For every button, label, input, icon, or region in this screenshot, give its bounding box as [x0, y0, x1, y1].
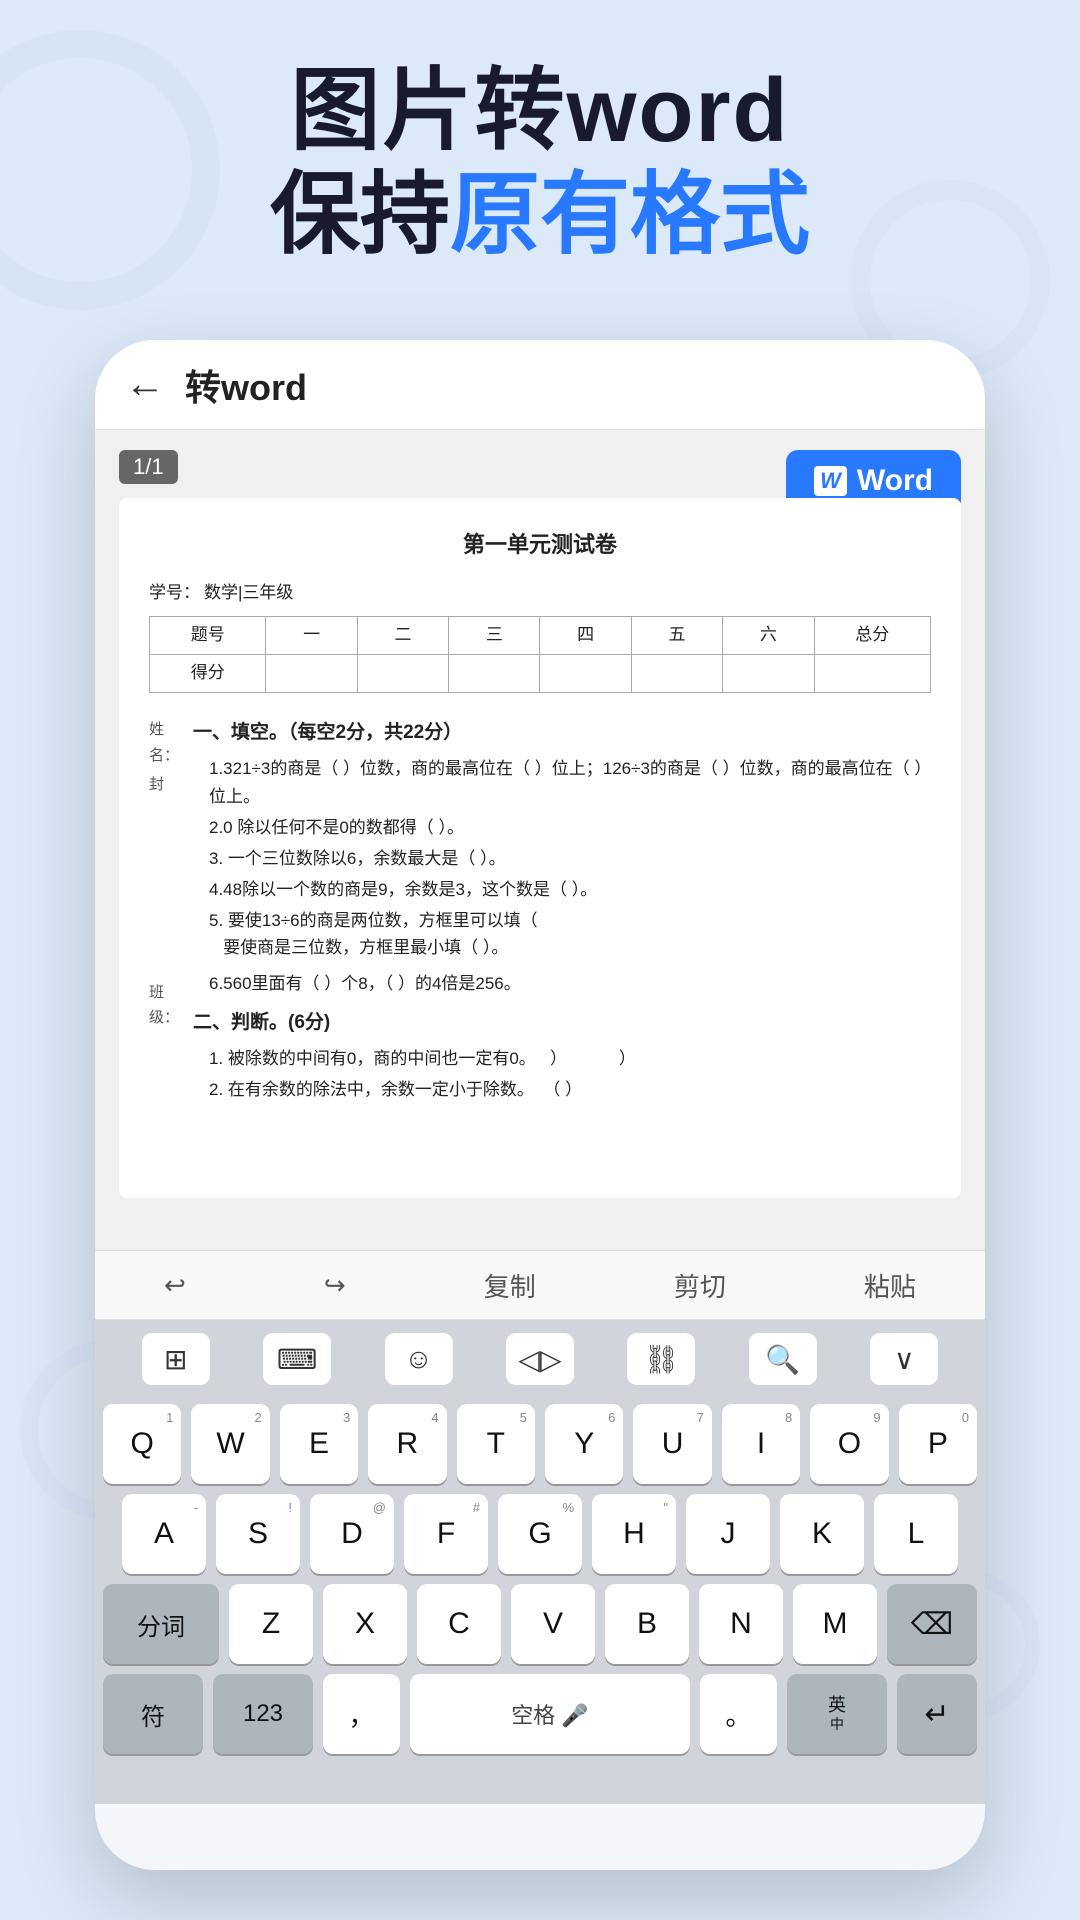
key-period[interactable]: 。	[700, 1674, 777, 1754]
keyboard: ⊞ ⌨ ☺ ◁▷ ⛓ 🔍 ∨ 1Q 2W 3E 4R 5T 6Y 7U 8I 9…	[95, 1320, 985, 1804]
header-section: 图片转word 保持原有格式	[0, 60, 1080, 267]
key-G[interactable]: %G	[498, 1494, 582, 1574]
key-B[interactable]: B	[605, 1584, 689, 1664]
document-area: 1/1 W Word 第一单元测试卷 学号： 数学|三年级 题号 一 二 三 四…	[95, 430, 985, 1250]
phone-mockup: ← 转word 1/1 W Word 第一单元测试卷 学号： 数学|三年级 题号…	[95, 340, 985, 1870]
header-line2-prefix: 保持	[270, 165, 450, 265]
app-header: ← 转word	[95, 340, 985, 430]
key-T[interactable]: 5T	[457, 1404, 535, 1484]
key-X[interactable]: X	[323, 1584, 407, 1664]
key-123[interactable]: 123	[213, 1674, 313, 1754]
doc-content: 一、填空。（每空2分，共22分） 1.321÷3的商是（ ）位数，商的最高位在（…	[193, 707, 931, 966]
key-M[interactable]: M	[793, 1584, 877, 1664]
key-O[interactable]: 9O	[810, 1404, 888, 1484]
key-E[interactable]: 3E	[280, 1404, 358, 1484]
keyboard-collapse-icon[interactable]: ∨	[870, 1333, 938, 1385]
back-button[interactable]: ←	[125, 362, 165, 407]
key-I[interactable]: 8I	[722, 1404, 800, 1484]
doc-item-1: 1.321÷3的商是（ ）位数，商的最高位在（ ）位上；126÷3的商是（ ）位…	[209, 755, 931, 809]
side-label-class: 班级：	[149, 970, 193, 1108]
keyboard-row-3: 分词 Z X C V B N M ⌫	[103, 1584, 977, 1664]
key-delete[interactable]: ⌫	[887, 1584, 977, 1664]
keyboard-search-icon[interactable]: 🔍	[749, 1333, 817, 1385]
doc-meta-value: 数学|三年级	[204, 579, 293, 608]
score-table: 题号 一 二 三 四 五 六 总分 得分	[149, 616, 931, 693]
undo-button[interactable]: ↩	[144, 1262, 206, 1309]
cut-button[interactable]: 剪切	[654, 1259, 746, 1312]
keyboard-keys-icon[interactable]: ⌨	[263, 1333, 331, 1385]
keyboard-rows: 1Q 2W 3E 4R 5T 6Y 7U 8I 9O 0P -A !S @D #…	[95, 1398, 985, 1754]
word-button-label: Word	[857, 464, 933, 498]
keyboard-bottom-bar	[95, 1754, 985, 1804]
doc-title: 第一单元测试卷	[149, 526, 931, 563]
doc-item-2: 2.0 除以任何不是0的数都得（ ）。	[209, 814, 931, 841]
key-V[interactable]: V	[511, 1584, 595, 1664]
doc-item-4: 4.48除以一个数的商是9，余数是3，这个数是（ ）。	[209, 876, 931, 903]
edit-toolbar: ↩ ↪ 复制 剪切 粘贴	[95, 1250, 985, 1320]
key-R[interactable]: 4R	[368, 1404, 446, 1484]
key-Y[interactable]: 6Y	[545, 1404, 623, 1484]
page-badge: 1/1	[119, 450, 178, 484]
key-C[interactable]: C	[417, 1584, 501, 1664]
side-label-name: 姓名： 封	[149, 707, 193, 966]
doc-item-8: 2. 在有余数的除法中，余数一定小于除数。 （ ）	[209, 1076, 931, 1103]
key-J[interactable]: J	[686, 1494, 770, 1574]
keyboard-grid-icon[interactable]: ⊞	[142, 1333, 210, 1385]
key-space[interactable]: 空格 🎤	[410, 1674, 690, 1754]
key-enter[interactable]: ↵	[897, 1674, 977, 1754]
key-L[interactable]: L	[874, 1494, 958, 1574]
key-A[interactable]: -A	[122, 1494, 206, 1574]
header-line2: 保持原有格式	[0, 164, 1080, 268]
header-line1: 图片转word	[0, 60, 1080, 164]
header-line2-blue: 原有格式	[450, 165, 810, 265]
key-W[interactable]: 2W	[191, 1404, 269, 1484]
key-Q[interactable]: 1Q	[103, 1404, 181, 1484]
keyboard-top-bar: ⊞ ⌨ ☺ ◁▷ ⛓ 🔍 ∨	[95, 1320, 985, 1398]
keyboard-code-icon[interactable]: ◁▷	[506, 1333, 574, 1385]
keyboard-emoji-icon[interactable]: ☺	[385, 1333, 453, 1385]
section2-title: 二、判断。(6分)	[193, 1007, 931, 1039]
key-S[interactable]: !S	[216, 1494, 300, 1574]
key-H[interactable]: "H	[592, 1494, 676, 1574]
document-paper: 第一单元测试卷 学号： 数学|三年级 题号 一 二 三 四 五 六 总分 得分	[119, 498, 961, 1198]
key-F[interactable]: #F	[404, 1494, 488, 1574]
key-D[interactable]: @D	[310, 1494, 394, 1574]
doc-item-5: 5. 要使13÷6的商是两位数，方框里可以填（ 要使商是三位数，方框里最小填（ …	[209, 907, 931, 961]
key-comma[interactable]: ，	[323, 1674, 400, 1754]
paste-button[interactable]: 粘贴	[844, 1259, 936, 1312]
keyboard-row-2: -A !S @D #F %G "H J K L	[103, 1494, 977, 1574]
doc-content-2: 6.560里面有（ ）个8，（ ）的4倍是256。 二、判断。(6分) 1. 被…	[193, 970, 931, 1108]
doc-item-3: 3. 一个三位数除以6，余数最大是（ ）。	[209, 845, 931, 872]
doc-item-7: 1. 被除数的中间有0，商的中间也一定有0。 ） ）	[209, 1045, 931, 1072]
key-special[interactable]: 符	[103, 1674, 203, 1754]
keyboard-link-icon[interactable]: ⛓	[627, 1333, 695, 1385]
key-N[interactable]: N	[699, 1584, 783, 1664]
doc-meta-label: 学号：	[149, 579, 200, 608]
key-U[interactable]: 7U	[633, 1404, 711, 1484]
key-Z[interactable]: Z	[229, 1584, 313, 1664]
page-title: 转word	[185, 359, 307, 411]
keyboard-row-4: 符 123 ， 空格 🎤 。 英中 ↵	[103, 1674, 977, 1754]
key-lang[interactable]: 英中	[787, 1674, 887, 1754]
redo-button[interactable]: ↪	[304, 1262, 366, 1309]
copy-button[interactable]: 复制	[464, 1259, 556, 1312]
word-icon: W	[814, 466, 847, 496]
keyboard-row-1: 1Q 2W 3E 4R 5T 6Y 7U 8I 9O 0P	[103, 1404, 977, 1484]
key-K[interactable]: K	[780, 1494, 864, 1574]
key-fenci[interactable]: 分词	[103, 1584, 219, 1664]
doc-item-6: 6.560里面有（ ）个8，（ ）的4倍是256。	[209, 970, 931, 997]
key-P[interactable]: 0P	[899, 1404, 977, 1484]
section1-title: 一、填空。（每空2分，共22分）	[193, 717, 931, 749]
